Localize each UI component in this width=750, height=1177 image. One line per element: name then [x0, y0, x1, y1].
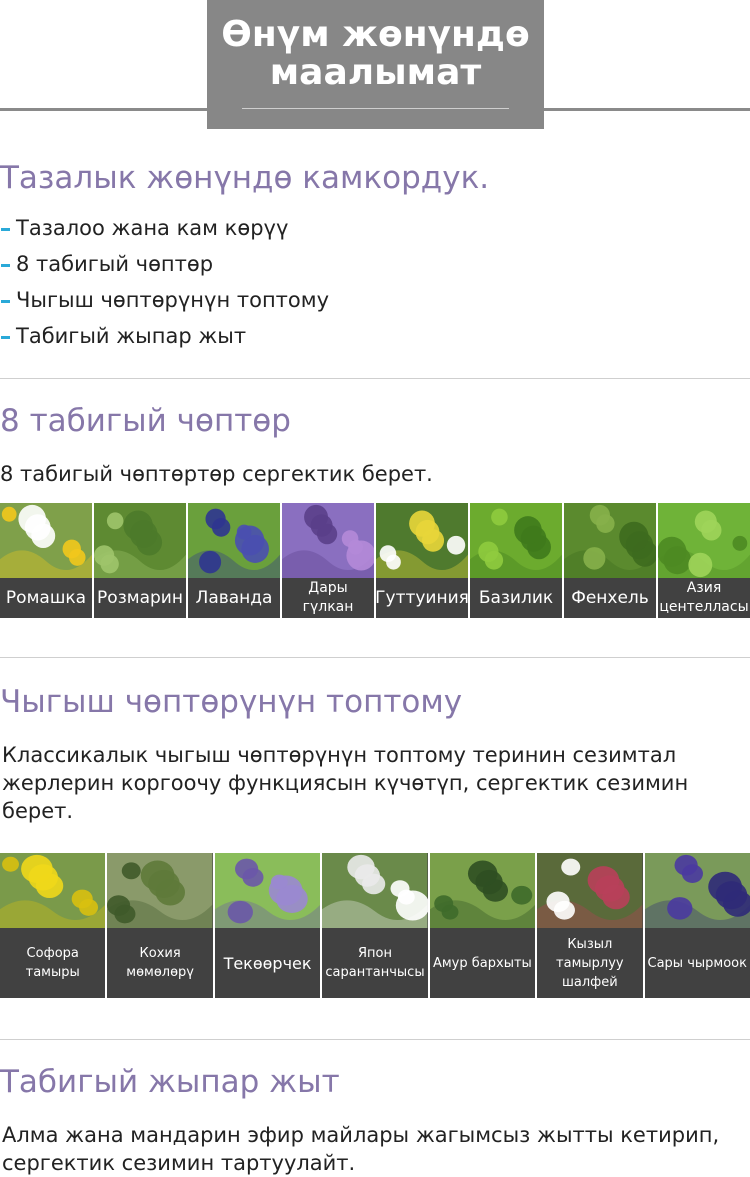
herb-label: Софора тамыры	[0, 928, 106, 998]
herb-tile: Амур бархыты	[429, 853, 536, 998]
eastern-herb-strip: Софора тамыры Кохия мөмөлөрү Текөөрчек Япон…	[0, 853, 750, 998]
care-title: Тазалык жөнүндө камкордук.	[0, 160, 490, 196]
herb-tile: Сары чырмоок	[644, 853, 750, 998]
eastern-description: Классикалык чыгыш чөптөрүнүн топтому тер…	[2, 743, 689, 823]
herb-label: Ромашка	[0, 578, 92, 618]
rosemary-photo	[94, 503, 186, 578]
page-title: Өнүм жөнүндө маалымат	[221, 14, 530, 93]
herb-tile: Япон сарантанчысы	[322, 853, 428, 998]
bugle-photo	[644, 853, 750, 928]
section-divider	[0, 1039, 750, 1040]
title-underline	[242, 108, 509, 109]
list-item: Чыгыш чөптөрүнүн топтому	[0, 282, 329, 318]
herb-label: Розмарин	[94, 578, 186, 618]
centella-photo	[658, 503, 750, 578]
herb-label: Кызыл тамырлуу шалфей	[537, 928, 643, 998]
herb-strip: Ромашка Розмарин Лаванда Дары гүлкан Гуттуин…	[0, 503, 750, 618]
section-divider	[0, 657, 750, 658]
herb-tile: Текөөрчек	[214, 853, 321, 998]
section-divider	[0, 378, 750, 379]
herb-tile: Фенхель	[564, 503, 656, 618]
dash-icon	[1, 263, 10, 267]
herb-tile: Софора тамыры	[0, 853, 106, 998]
basil-photo	[470, 503, 562, 578]
herb-tile: Гуттуиния	[376, 503, 468, 618]
list-item: Табигый жыпар жыт	[0, 318, 329, 354]
herbs-title: 8 табигый чөптөр	[0, 403, 291, 439]
herb-label: Кохия мөмөлөрү	[107, 928, 213, 998]
care-bullet-list: Тазалоо жана кам көрүү 8 табигый чөптөр …	[0, 210, 329, 354]
herb-label: Япон сарантанчысы	[322, 928, 428, 998]
amur-cork-photo	[429, 853, 536, 928]
herb-label: Азия центелласы	[658, 578, 750, 618]
herb-tile: Кохия мөмөлөрү	[107, 853, 213, 998]
herb-tile: Дары гүлкан	[282, 503, 374, 618]
kochia-photo	[107, 853, 213, 928]
list-item: 8 табигый чөптөр	[0, 246, 329, 282]
fennel-photo	[564, 503, 656, 578]
herb-label: Базилик	[470, 578, 562, 618]
chamomile-photo	[0, 503, 92, 578]
dash-icon	[1, 299, 10, 303]
eastern-title: Чыгыш чөптөрүнүн топтому	[0, 684, 463, 720]
houttuynia-photo	[376, 503, 468, 578]
red-sage-photo	[537, 853, 643, 928]
list-item: Тазалоо жана кам көрүү	[0, 210, 329, 246]
fragrance-title: Табигый жыпар жыт	[0, 1064, 340, 1100]
herb-tile: Кызыл тамырлуу шалфей	[537, 853, 643, 998]
skullcap-photo	[214, 853, 321, 928]
herb-tile: Ромашка	[0, 503, 92, 618]
header-box: Өнүм жөнүндө маалымат	[207, 0, 544, 129]
herb-label: Лаванда	[188, 578, 280, 618]
dash-icon	[1, 335, 10, 339]
herb-label: Амур бархыты	[429, 928, 536, 998]
herbs-description: 8 табигый чөптөртөр сергектик берет.	[0, 462, 433, 486]
dash-icon	[1, 227, 10, 231]
herb-label: Дары гүлкан	[282, 578, 374, 618]
fragrance-description: Алма жана мандарин эфир майлары жагымсыз…	[2, 1123, 720, 1175]
herb-label: Сары чырмоок	[644, 928, 750, 998]
herb-tile: Азия центелласы	[658, 503, 750, 618]
herb-tile: Лаванда	[188, 503, 280, 618]
herb-label: Гуттуиния	[376, 578, 468, 618]
mallow-photo	[282, 503, 374, 578]
sophora-photo	[0, 853, 106, 928]
herb-tile: Базилик	[470, 503, 562, 618]
lavender-photo	[188, 503, 280, 578]
herb-label: Фенхель	[564, 578, 656, 618]
japanese-honeysuckle-photo	[322, 853, 428, 928]
herb-tile: Розмарин	[94, 503, 186, 618]
herb-label: Текөөрчек	[214, 928, 321, 998]
